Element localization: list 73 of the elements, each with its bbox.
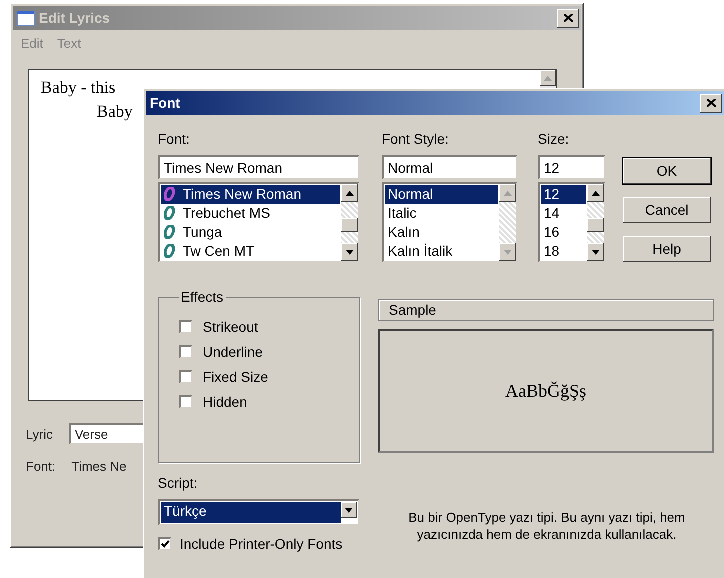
scrollbar-thumb[interactable]: [341, 218, 358, 232]
font-description: Bu bir OpenType yazı tipi. Bu aynı yazı tipi, hem yazıcınızda hem de ekranınızda kullanılacak.: [408, 509, 686, 544]
field-label: Lyric: [26, 426, 53, 442]
dialog-button[interactable]: OK: [623, 158, 711, 184]
font-value: Times Ne: [72, 459, 127, 474]
checkbox-label: Underline: [203, 344, 263, 360]
scroll-down-button[interactable]: [499, 243, 516, 261]
sample-text: AaBbĞğŞş: [505, 380, 586, 402]
list-item[interactable]: Normal: [385, 185, 498, 204]
text-field[interactable]: 12: [538, 155, 606, 180]
window-title: Font: [150, 95, 182, 111]
scroll-up-button[interactable]: [341, 184, 358, 202]
lyric-line: Baby - this: [41, 78, 116, 98]
scrollbar[interactable]: [341, 184, 358, 261]
field-label: Size:: [538, 131, 570, 149]
scrollbar[interactable]: [499, 184, 516, 261]
window-icon: [17, 10, 35, 26]
list-item[interactable]: 16: [541, 222, 586, 242]
triangle-down-icon: [592, 250, 600, 254]
script-dropdown[interactable]: Türkçe: [158, 499, 360, 526]
dialog-button[interactable]: Help: [623, 236, 711, 262]
scrollbar-thumb[interactable]: [587, 218, 604, 232]
sample-header: Sample: [378, 299, 714, 321]
checkbox[interactable]: [179, 345, 193, 359]
list-item[interactable]: Tunga: [161, 222, 340, 242]
list-item[interactable]: 12: [541, 185, 586, 204]
checkbox[interactable]: [158, 537, 172, 551]
checkbox[interactable]: [179, 395, 193, 409]
list-item[interactable]: 14: [541, 204, 586, 222]
scroll-up-button[interactable]: [499, 184, 516, 202]
checkbox[interactable]: [179, 370, 193, 384]
list-item[interactable]: 18: [541, 241, 586, 260]
text-field[interactable]: Times New Roman: [158, 155, 360, 180]
group-title: Effects: [180, 289, 225, 305]
font-icon: [164, 206, 177, 220]
checkbox-label: Fixed Size: [203, 369, 268, 385]
field-label: Font Style:: [382, 131, 450, 149]
field-label: Font:: [158, 131, 191, 149]
list-item[interactable]: Kalın: [385, 222, 498, 242]
lyric-line: Baby: [97, 102, 133, 122]
scroll-down-button[interactable]: [587, 243, 604, 261]
checkbox-label: Hidden: [203, 394, 248, 410]
triangle-up-icon: [346, 190, 354, 196]
font-icon: [164, 244, 177, 258]
scroll-down-button[interactable]: [341, 243, 358, 261]
triangle-down-icon: [346, 250, 354, 254]
field-label: Script:: [158, 475, 199, 493]
scrollbar[interactable]: [587, 184, 604, 261]
dialog-button[interactable]: Cancel: [623, 197, 711, 223]
font-icon: [164, 224, 177, 239]
text-field[interactable]: Normal: [382, 155, 518, 180]
font-icon: [164, 187, 177, 202]
close-icon: [706, 99, 716, 107]
triangle-down-icon: [345, 508, 353, 512]
scroll-down-button[interactable]: [341, 502, 357, 518]
checkbox-label: Include Printer-Only Fonts: [180, 536, 343, 552]
scroll-up-button[interactable]: [540, 70, 556, 86]
triangle-up-icon: [544, 76, 552, 80]
list-item[interactable]: Kalın İtalik: [385, 241, 498, 260]
triangle-down-icon: [504, 250, 512, 254]
field-label: Font:: [26, 459, 56, 474]
list-item[interactable]: Italic: [385, 204, 498, 222]
list-item[interactable]: Times New Roman: [161, 185, 340, 204]
triangle-up-icon: [504, 190, 512, 196]
window-title: Edit Lyrics: [39, 10, 112, 26]
checkbox-label: Strikeout: [203, 319, 258, 335]
scroll-up-button[interactable]: [587, 184, 604, 202]
close-icon: [564, 14, 572, 22]
checkbox[interactable]: [179, 320, 193, 334]
list-item[interactable]: Trebuchet MS: [161, 204, 340, 222]
list-item[interactable]: Tw Cen MT: [161, 241, 340, 260]
triangle-up-icon: [592, 190, 600, 196]
close-button[interactable]: [700, 94, 722, 112]
